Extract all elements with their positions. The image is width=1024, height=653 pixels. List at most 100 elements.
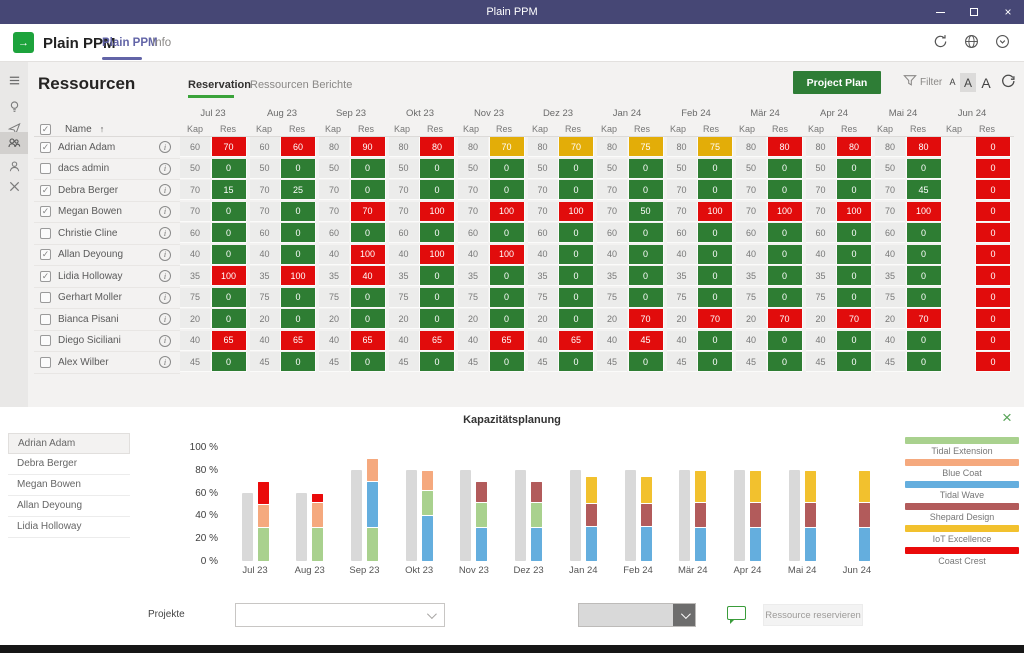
res-value[interactable]: 0 [350, 309, 386, 329]
res-value[interactable]: 0 [489, 223, 525, 243]
res-value[interactable]: 65 [280, 331, 316, 351]
person-item[interactable]: Adrian Adam [8, 433, 130, 454]
info-icon[interactable]: i [150, 159, 180, 181]
res-value[interactable]: 0 [419, 288, 455, 308]
res-value[interactable]: 0 [906, 288, 942, 308]
res-value[interactable]: 60 [280, 137, 316, 157]
res-value[interactable]: 15 [211, 180, 247, 200]
res-value[interactable]: 70 [350, 202, 386, 222]
res-value[interactable]: 0 [975, 352, 1011, 372]
res-value[interactable]: 0 [975, 223, 1011, 243]
res-value[interactable]: 90 [350, 137, 386, 157]
res-value[interactable]: 0 [628, 180, 664, 200]
res-value[interactable]: 0 [558, 266, 594, 286]
info-icon[interactable]: i [150, 245, 180, 267]
info-icon[interactable]: i [150, 137, 180, 159]
maximize-button[interactable] [968, 6, 980, 18]
res-value[interactable]: 25 [280, 180, 316, 200]
res-value[interactable]: 0 [906, 331, 942, 351]
res-value[interactable]: 0 [697, 223, 733, 243]
res-value[interactable]: 0 [280, 245, 316, 265]
info-icon[interactable]: i [150, 352, 180, 374]
res-value[interactable]: 0 [350, 288, 386, 308]
person-item[interactable]: Megan Bowen [8, 475, 130, 496]
res-value[interactable]: 0 [767, 159, 803, 179]
globe-icon[interactable] [964, 34, 979, 49]
res-value[interactable]: 100 [906, 202, 942, 222]
res-value[interactable]: 45 [628, 331, 664, 351]
res-value[interactable]: 0 [767, 288, 803, 308]
res-value[interactable]: 0 [697, 266, 733, 286]
row-checkbox[interactable]: ✓ [34, 245, 58, 267]
res-value[interactable]: 0 [211, 288, 247, 308]
res-value[interactable]: 0 [975, 137, 1011, 157]
filter-button[interactable]: Filter [903, 74, 942, 90]
res-value[interactable]: 0 [558, 245, 594, 265]
res-value[interactable]: 0 [628, 288, 664, 308]
res-value[interactable]: 100 [767, 202, 803, 222]
res-value[interactable]: 0 [975, 159, 1011, 179]
res-value[interactable]: 100 [280, 266, 316, 286]
res-value[interactable]: 0 [350, 223, 386, 243]
res-value[interactable]: 0 [280, 223, 316, 243]
res-value[interactable]: 100 [558, 202, 594, 222]
res-value[interactable]: 0 [836, 180, 872, 200]
info-icon[interactable]: i [150, 331, 180, 353]
res-value[interactable]: 0 [767, 331, 803, 351]
person-item[interactable]: Lidia Holloway [8, 517, 130, 538]
res-value[interactable]: 70 [767, 309, 803, 329]
res-value[interactable]: 0 [836, 245, 872, 265]
row-checkbox[interactable]: ✓ [34, 180, 58, 202]
res-value[interactable]: 0 [697, 180, 733, 200]
res-value[interactable]: 70 [628, 309, 664, 329]
res-value[interactable]: 0 [280, 288, 316, 308]
res-value[interactable]: 0 [489, 266, 525, 286]
res-value[interactable]: 0 [836, 331, 872, 351]
tab-berichte[interactable]: Berichte [312, 79, 352, 91]
res-value[interactable]: 0 [836, 223, 872, 243]
res-value[interactable]: 0 [767, 245, 803, 265]
res-value[interactable]: 0 [558, 223, 594, 243]
res-value[interactable]: 0 [419, 266, 455, 286]
app-icon[interactable]: → [13, 32, 34, 53]
res-value[interactable]: 0 [211, 352, 247, 372]
dropdown-expand-button[interactable] [673, 604, 695, 626]
res-value[interactable]: 0 [628, 266, 664, 286]
res-value[interactable]: 0 [211, 223, 247, 243]
res-value[interactable]: 70 [558, 137, 594, 157]
res-value[interactable]: 0 [906, 352, 942, 372]
tab-ressourcen[interactable]: Ressourcen [250, 79, 309, 91]
res-value[interactable]: 0 [975, 331, 1011, 351]
info-icon[interactable]: i [150, 309, 180, 331]
res-value[interactable]: 0 [767, 352, 803, 372]
res-value[interactable]: 50 [628, 202, 664, 222]
res-value[interactable]: 0 [350, 159, 386, 179]
res-value[interactable]: 0 [489, 180, 525, 200]
font-size-small-button[interactable]: A [946, 73, 959, 91]
res-value[interactable]: 0 [836, 159, 872, 179]
res-value[interactable]: 0 [211, 159, 247, 179]
res-value[interactable]: 0 [628, 245, 664, 265]
res-value[interactable]: 0 [280, 352, 316, 372]
res-value[interactable]: 65 [558, 331, 594, 351]
tab-info[interactable]: Info [152, 37, 171, 49]
user-icon[interactable] [0, 156, 28, 176]
res-value[interactable]: 70 [906, 309, 942, 329]
lightbulb-icon[interactable] [0, 96, 28, 116]
tools-icon[interactable] [0, 176, 28, 196]
res-value[interactable]: 100 [489, 245, 525, 265]
res-value[interactable]: 100 [419, 202, 455, 222]
res-value[interactable]: 0 [419, 309, 455, 329]
res-value[interactable]: 0 [489, 309, 525, 329]
row-checkbox[interactable] [34, 288, 58, 310]
person-item[interactable]: Allan Deyoung [8, 496, 130, 517]
res-value[interactable]: 0 [419, 352, 455, 372]
menu-icon[interactable] [0, 70, 28, 90]
res-value[interactable]: 0 [628, 159, 664, 179]
row-checkbox[interactable] [34, 352, 58, 374]
res-value[interactable]: 0 [489, 352, 525, 372]
res-value[interactable]: 75 [628, 137, 664, 157]
res-value[interactable]: 70 [489, 137, 525, 157]
info-icon[interactable]: i [150, 266, 180, 288]
res-value[interactable]: 0 [767, 266, 803, 286]
